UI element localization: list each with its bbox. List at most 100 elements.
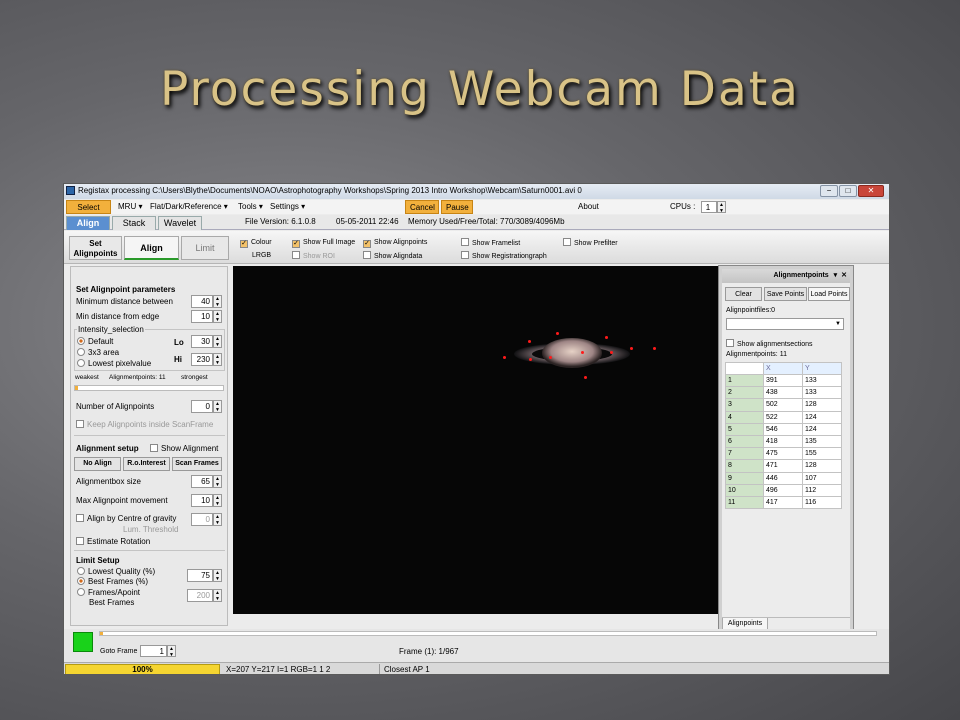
min-distance-edge-stepper[interactable]: ▲ ▼ [213,310,222,323]
alignpoint-x: 417 [763,495,803,510]
lo-stepper[interactable]: ▲ ▼ [213,335,222,348]
image-viewer[interactable] [233,266,720,614]
box-size-input[interactable]: 65 [191,475,213,488]
lrgb-checkbox[interactable]: LRGB [252,251,271,261]
hi-input[interactable]: 230 [191,353,213,366]
settings-menu[interactable]: Settings ▾ [266,200,309,214]
table-row[interactable]: 6 418 135 [725,434,842,449]
max-movement-stepper[interactable]: ▲ ▼ [213,494,222,507]
table-row[interactable]: 3 502 128 [725,398,842,412]
show-full-image-checkbox[interactable]: ✓ Show Full Image [292,238,355,248]
pause-button[interactable]: Pause [441,200,473,214]
hi-stepper[interactable]: ▲ ▼ [213,353,222,366]
frames-apoint-radio[interactable]: Frames/Apoint [77,588,140,597]
close-icon[interactable]: ✕ [841,272,847,279]
show-sections-checkbox[interactable]: Show alignmentsections [726,339,813,348]
align-button[interactable]: Align [124,236,179,260]
centre-gravity-stepper[interactable]: ▲ ▼ [213,513,222,526]
show-roi-checkbox[interactable]: Show ROI [292,251,335,261]
cpus-stepper[interactable]: ▲ ▼ [717,201,726,214]
table-row[interactable]: 7 475 155 [725,447,842,461]
alignpoint-files-dropdown[interactable]: ▼ [726,318,844,330]
num-alignpoints-stepper[interactable]: ▲ ▼ [213,400,222,413]
best-frames-pct-stepper[interactable]: ▲ ▼ [213,569,222,582]
cpus-label: CPUs : [670,202,696,211]
table-row[interactable]: 11 417 116 [725,495,842,510]
mru-menu[interactable]: MRU ▾ [114,200,146,214]
cpus-input[interactable]: 1 [701,201,717,213]
minimize-button[interactable]: − [820,185,838,197]
pin-icon[interactable]: ▾ [834,272,838,279]
table-row[interactable]: 4 522 124 [725,410,842,424]
show-alignpoints-checkbox[interactable]: ✓ Show Alignpoints [363,238,427,248]
show-framelist-checkbox[interactable]: Show Framelist [461,238,520,248]
default-radio[interactable]: Default [77,337,113,346]
lowest-quality-radio[interactable]: Lowest Quality (%) [77,567,155,576]
best-frames-stepper[interactable]: ▲ ▼ [213,589,222,602]
max-movement-input[interactable]: 10 [191,494,213,507]
tab-wavelet[interactable]: Wavelet [158,216,202,230]
table-row[interactable]: 10 496 112 [725,483,842,497]
table-row[interactable]: 2 438 133 [725,386,842,400]
radio-icon [77,588,85,596]
show-alignment-checkbox[interactable]: Show Alignment [150,444,218,453]
show-registrationgraph-checkbox[interactable]: Show Registrationgraph [461,251,547,261]
box-size-stepper[interactable]: ▲ ▼ [213,475,222,488]
slider-thumb[interactable] [100,632,103,635]
alignpoint-marker [548,355,552,359]
table-row[interactable]: 8 471 128 [725,459,842,473]
tab-align[interactable]: Align [66,216,110,230]
alignpanel-footer: Alignpoints [722,617,850,630]
checkbox-icon [563,238,571,246]
slider-thumb[interactable] [75,386,78,390]
intensity-heading: Intensity_selection [77,325,145,334]
status-bar: 100% X=207 Y=217 I=1 RGB=1 1 2 Closest A… [64,662,889,674]
alignpoint-x: 391 [763,373,803,388]
roi-button[interactable]: R.o.Interest [123,457,170,471]
limit-button[interactable]: Limit [181,236,229,260]
tab-stack[interactable]: Stack [112,216,156,230]
estimate-rotation-checkbox[interactable]: Estimate Rotation [76,537,150,546]
keep-inside-checkbox[interactable]: Keep Alignpoints inside ScanFrame [76,420,213,429]
maximize-button[interactable]: □ [839,185,857,197]
cancel-button[interactable]: Cancel [405,200,439,214]
close-button[interactable]: ✕ [858,185,884,197]
best-frames-pct-input[interactable]: 75 [187,569,213,582]
select-button[interactable]: Select [66,200,111,214]
best-frames-input[interactable]: 200 [187,589,213,602]
save-points-button[interactable]: Save Points [764,287,807,301]
default-label: Default [88,337,114,346]
no-align-button[interactable]: No Align [74,457,121,471]
colour-checkbox[interactable]: ✓ Colour [240,238,272,248]
best-frames-pct-radio[interactable]: Best Frames (%) [77,577,148,586]
frame-counter: Frame (1): 1/967 [399,647,459,656]
centre-gravity-input[interactable]: 0 [191,513,213,526]
lo-input[interactable]: 30 [191,335,213,348]
about-menu[interactable]: About [574,200,603,214]
show-prefilter-checkbox[interactable]: Show Prefilter [563,238,618,248]
show-aligndata-checkbox[interactable]: Show Aligndata [363,251,422,261]
flat-dark-reference-menu[interactable]: Flat/Dark/Reference ▾ [146,200,232,214]
table-row[interactable]: 9 446 107 [725,471,842,485]
checkbox-icon [76,514,84,522]
strength-slider[interactable] [74,385,224,391]
min-distance-edge-input[interactable]: 10 [191,310,213,323]
scan-frames-button[interactable]: Scan Frames [172,457,222,471]
tools-menu[interactable]: Tools ▾ [234,200,267,214]
goto-frame-input[interactable]: 1 [140,645,167,657]
frame-slider[interactable] [99,631,877,636]
table-row[interactable]: 5 546 124 [725,422,842,436]
alignpoint-x: 418 [763,434,803,449]
area3x3-radio[interactable]: 3x3 area [77,348,119,357]
set-alignpoints-button[interactable]: Set Alignpoints [69,236,122,260]
clear-button[interactable]: Clear [725,287,762,301]
centre-gravity-checkbox[interactable]: Align by Centre of gravity [76,514,176,523]
goto-frame-stepper[interactable]: ▲ ▼ [167,645,176,658]
keep-inside-label: Keep Alignpoints inside ScanFrame [87,420,214,429]
num-alignpoints-input[interactable]: 0 [191,400,213,413]
min-distance-between-stepper[interactable]: ▲ ▼ [213,295,222,308]
lowest-pixel-radio[interactable]: Lowest pixelvalue [77,359,151,368]
load-points-button[interactable]: Load Points [808,287,850,301]
table-row[interactable]: 1 391 133 [725,373,842,388]
min-distance-between-input[interactable]: 40 [191,295,213,308]
